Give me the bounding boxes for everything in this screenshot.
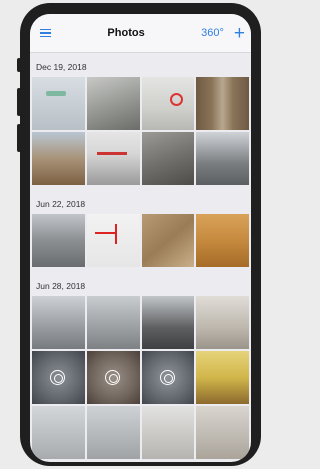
- pano-thumbnail[interactable]: [86, 351, 140, 404]
- panorama-360-icon: [50, 369, 66, 385]
- photo-thumbnail[interactable]: [32, 132, 85, 185]
- view-360-button[interactable]: 360°: [201, 27, 224, 39]
- section-date-header: Jun 28, 2018: [36, 281, 86, 291]
- photo-thumbnail[interactable]: [86, 132, 140, 185]
- panorama-360-icon: [159, 369, 175, 385]
- add-photo-button[interactable]: +: [234, 24, 245, 43]
- photo-thumbnail[interactable]: [86, 406, 140, 459]
- photo-thumbnail[interactable]: [141, 296, 195, 349]
- silent-switch: [17, 58, 21, 72]
- photo-thumbnail[interactable]: [141, 77, 195, 130]
- pano-thumbnail[interactable]: [141, 351, 195, 404]
- photo-thumbnail[interactable]: [86, 77, 140, 130]
- photo-thumbnail[interactable]: [141, 214, 195, 267]
- photo-thumbnail[interactable]: [196, 351, 249, 404]
- section-date-header: Dec 19, 2018: [36, 62, 87, 72]
- photo-thumbnail[interactable]: [32, 296, 85, 349]
- page-title: Photos: [107, 27, 145, 39]
- photo-thumbnail[interactable]: [141, 406, 195, 459]
- photo-thumbnail[interactable]: [86, 214, 140, 267]
- photo-thumbnail[interactable]: [32, 214, 85, 267]
- photo-thumbnail[interactable]: [196, 406, 249, 459]
- menu-icon[interactable]: [40, 28, 51, 38]
- volume-up-button: [17, 88, 21, 116]
- app-screen: Photos 360° + Dec 19, 2018 Jun 22, 2018 …: [30, 14, 251, 462]
- photo-thumbnail[interactable]: [32, 77, 85, 130]
- panorama-360-icon: [105, 369, 121, 385]
- photo-grid: [30, 296, 251, 459]
- navigation-bar: Photos 360° +: [30, 14, 251, 53]
- photo-thumbnail[interactable]: [32, 406, 85, 459]
- section-date-header: Jun 22, 2018: [36, 199, 86, 209]
- pano-thumbnail[interactable]: [32, 351, 85, 404]
- photo-grid: [30, 214, 251, 267]
- photo-grid: [30, 77, 251, 185]
- photo-thumbnail[interactable]: [86, 296, 140, 349]
- photo-thumbnail[interactable]: [196, 296, 249, 349]
- photo-thumbnail[interactable]: [196, 132, 249, 185]
- photo-thumbnail[interactable]: [141, 132, 195, 185]
- photo-thumbnail[interactable]: [196, 77, 249, 130]
- volume-down-button: [17, 124, 21, 152]
- photo-thumbnail[interactable]: [196, 214, 249, 267]
